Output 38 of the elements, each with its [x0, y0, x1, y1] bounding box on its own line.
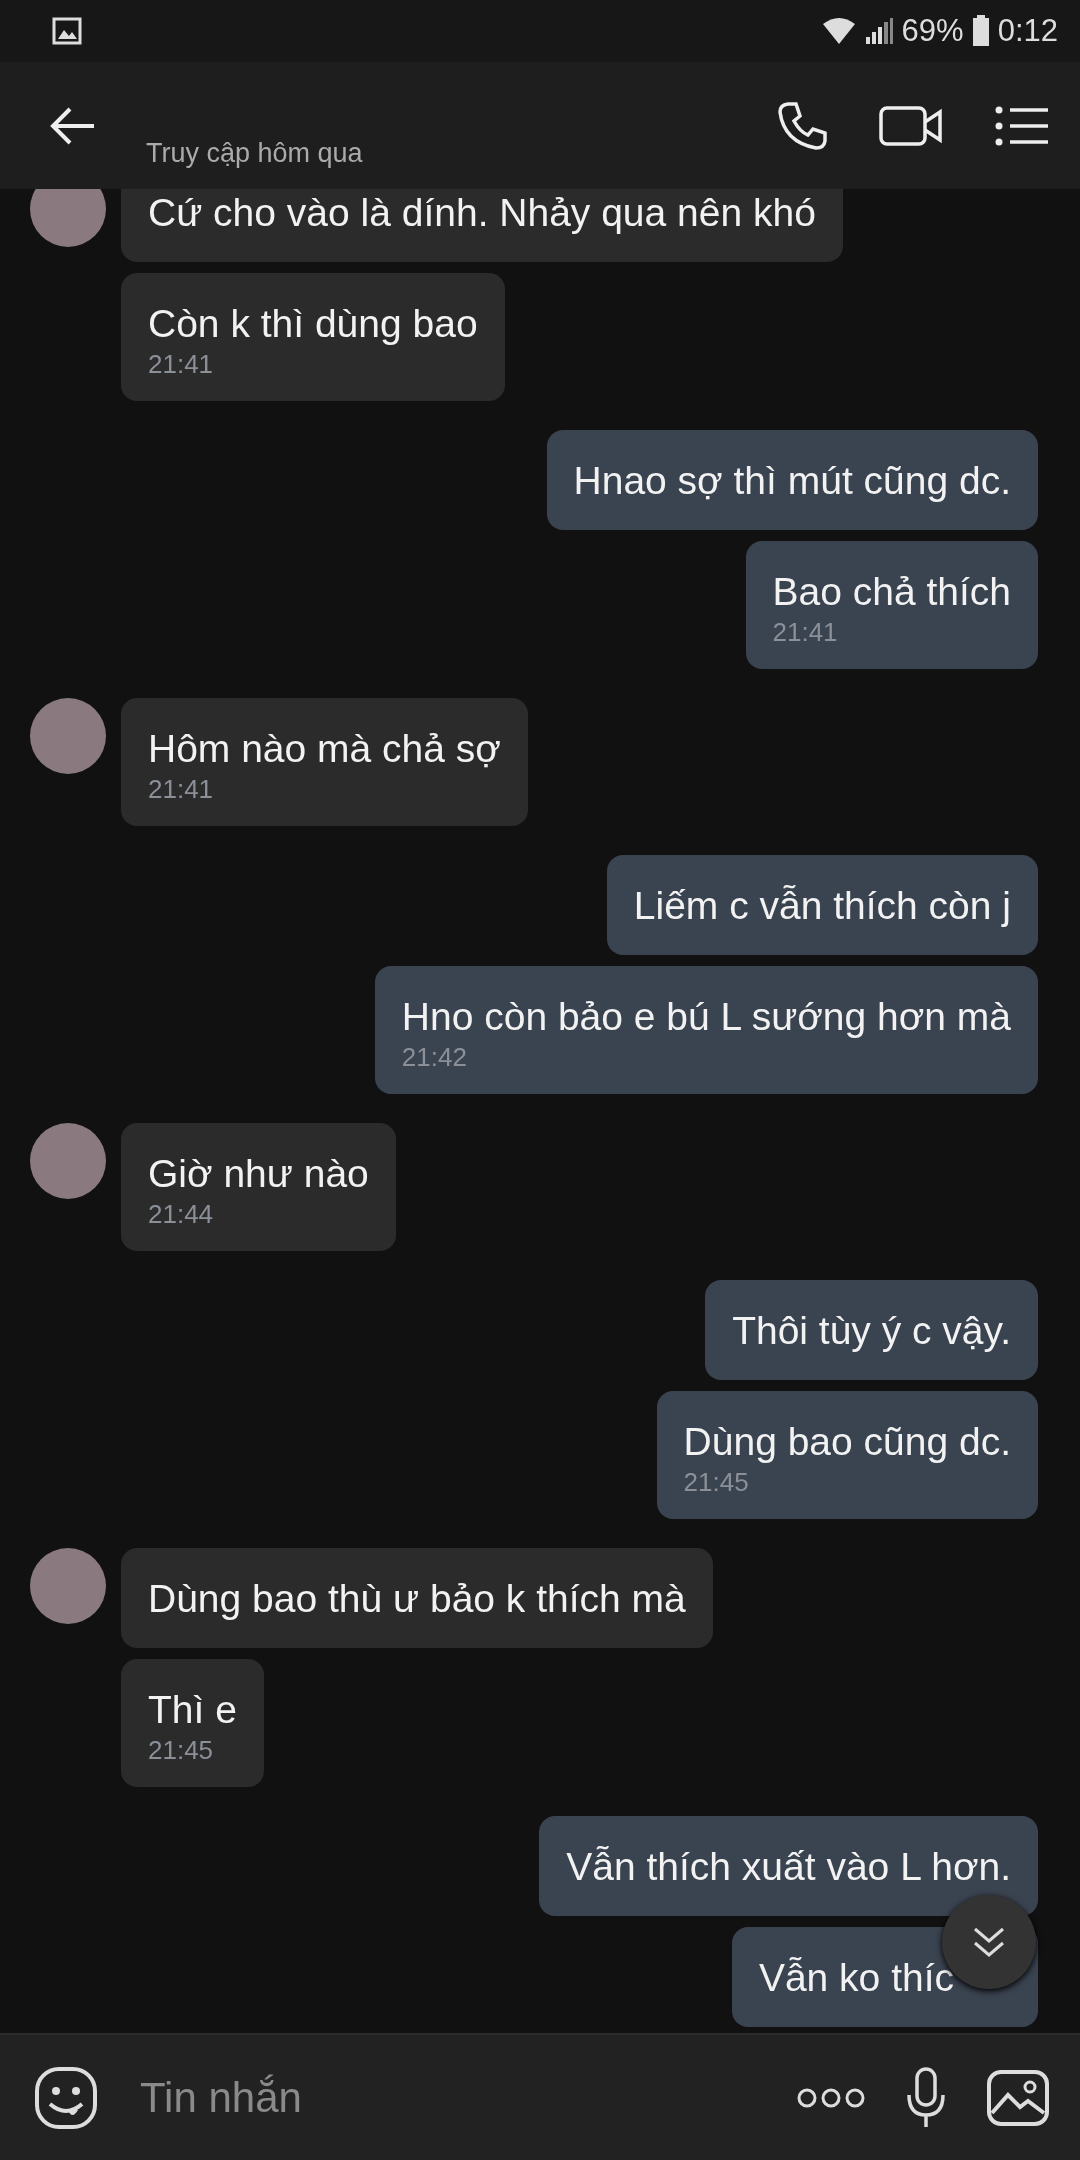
wifi-icon — [821, 17, 856, 45]
image-icon — [52, 17, 82, 45]
message-text: Thôi tùy ý c vậy. — [732, 1308, 1011, 1354]
message-time: 21:41 — [148, 775, 215, 803]
message-text: Hôm nào mà chả sợ — [148, 726, 501, 772]
message-text: Vẫn thích xuất vào L hơn. — [566, 1844, 1011, 1890]
message-time: 21:44 — [148, 1200, 215, 1228]
microphone-icon[interactable] — [906, 2066, 946, 2129]
message-time: 21:42 — [401, 1043, 468, 1071]
avatar[interactable] — [30, 189, 106, 247]
message-text: Hno còn bảo e bú L sướng hơn mà — [401, 994, 1011, 1040]
message-text: Liếm c vẫn thích còn j — [633, 883, 1011, 929]
battery-icon — [971, 15, 990, 47]
message-text: Vẫn ko thíc — [758, 1955, 954, 2001]
menu-icon[interactable] — [994, 104, 1050, 147]
back-icon[interactable] — [50, 105, 96, 146]
message-text: Cứ cho vào là dính. Nhảy qua nên khó — [148, 190, 816, 236]
message-input[interactable]: Tin nhắn — [138, 2072, 756, 2123]
message-text: Thì e — [148, 1687, 237, 1733]
signal-icon — [863, 17, 894, 45]
message-text: Giờ như nào — [148, 1151, 369, 1197]
image-icon[interactable] — [986, 2068, 1050, 2127]
message-text: Hnao sợ thì mút cũng dc. — [573, 458, 1011, 504]
message-text: Dùng bao thù ư bảo k thích mà — [148, 1576, 686, 1622]
more-icon[interactable] — [796, 2086, 866, 2109]
clock: 0:12 — [997, 13, 1058, 49]
message-time: 21:45 — [148, 1736, 215, 1764]
message-time: 21:41 — [772, 618, 839, 646]
chevron-down-icon — [971, 1925, 1007, 1959]
phone-icon[interactable] — [776, 99, 828, 152]
message-text: Bao chả thích — [772, 569, 1011, 615]
battery-percent: 69% — [901, 13, 964, 49]
message-time: 21:41 — [148, 350, 215, 378]
last-seen-text: Truy cập hôm qua — [146, 138, 363, 168]
smiley-icon[interactable] — [34, 2065, 98, 2130]
message-text: Dùng bao cũng dc. — [683, 1419, 1011, 1465]
message-text: Còn k thì dùng bao — [148, 301, 478, 347]
message-time: 21:45 — [683, 1468, 750, 1496]
